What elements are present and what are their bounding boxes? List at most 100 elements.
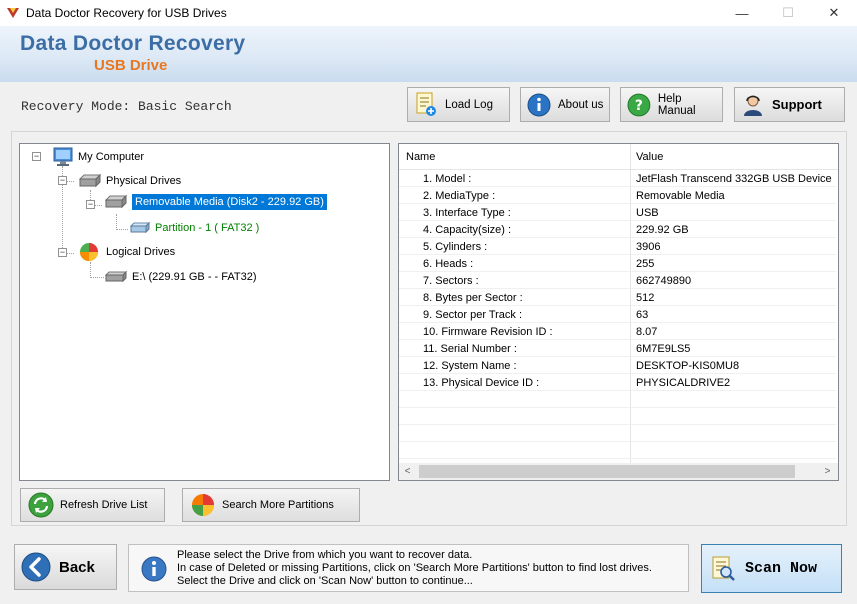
- help-manual-label: Help Manual: [657, 92, 696, 117]
- about-us-button[interactable]: About us: [520, 87, 610, 122]
- property-name: 13. Physical Device ID :: [423, 377, 540, 389]
- instructions-box: Please select the Drive from which you w…: [128, 544, 689, 592]
- property-value: 662749890: [636, 275, 692, 287]
- banner-title: Data Doctor Recovery: [20, 32, 246, 55]
- table-row-empty: [399, 391, 836, 408]
- table-row[interactable]: 2. MediaType : Removable Media: [399, 187, 836, 204]
- property-name: 6. Heads :: [423, 258, 474, 270]
- scan-document-icon: [712, 556, 735, 581]
- help-icon: ?: [627, 93, 651, 116]
- refresh-icon: [28, 492, 54, 518]
- instruction-line-1: Please select the Drive from which you w…: [177, 549, 473, 561]
- expander-logical-drives[interactable]: −: [58, 248, 67, 257]
- column-header-name[interactable]: Name: [406, 151, 435, 163]
- info-icon: [141, 556, 167, 582]
- computer-icon: [53, 147, 73, 166]
- toolbar: Recovery Mode: Basic Search Load Log Abo…: [0, 82, 857, 128]
- tree-node-partition[interactable]: Partition - 1 ( FAT32 ): [130, 220, 262, 236]
- table-row[interactable]: 4. Capacity(size) : 229.92 GB: [399, 221, 836, 238]
- partition-icon: [130, 221, 150, 234]
- removable-drive-icon: [104, 194, 128, 209]
- drive-properties-list[interactable]: Name Value 1. Model : JetFlash Transcend …: [398, 143, 839, 481]
- pie-chart-icon: [192, 494, 214, 516]
- scrollbar-thumb[interactable]: [419, 465, 795, 478]
- info-icon: [527, 93, 551, 116]
- window-title: Data Doctor Recovery for USB Drives: [26, 6, 227, 20]
- svg-text:?: ?: [635, 97, 643, 113]
- property-value: DESKTOP-KIS0MU8: [636, 360, 740, 372]
- property-value: 3906: [636, 241, 661, 253]
- back-button[interactable]: Back: [14, 544, 117, 590]
- scroll-right-arrow[interactable]: >: [819, 463, 836, 480]
- load-log-icon: [416, 92, 436, 116]
- table-row[interactable]: 3. Interface Type : USB: [399, 204, 836, 221]
- table-row-empty: [399, 442, 836, 459]
- maximize-button[interactable]: ☐: [765, 0, 811, 26]
- property-value: 512: [636, 292, 655, 304]
- column-header-value[interactable]: Value: [636, 151, 663, 163]
- scroll-left-arrow[interactable]: <: [399, 463, 416, 480]
- tree-node-my-computer[interactable]: My Computer: [52, 147, 144, 167]
- property-value: 255: [636, 258, 655, 270]
- table-row[interactable]: 6. Heads : 255: [399, 255, 836, 272]
- refresh-drive-list-button[interactable]: Refresh Drive List: [20, 488, 165, 522]
- table-row[interactable]: 8. Bytes per Sector : 512: [399, 289, 836, 306]
- scan-now-button[interactable]: Scan Now: [701, 544, 842, 593]
- property-value: 63: [636, 309, 649, 321]
- property-name: 9. Sector per Track :: [423, 309, 523, 321]
- about-us-label: About us: [558, 98, 604, 111]
- property-name: 4. Capacity(size) :: [423, 224, 512, 236]
- expander-my-computer[interactable]: −: [32, 152, 41, 161]
- property-name: 10. Firmware Revision ID :: [423, 326, 553, 338]
- app-icon: [7, 8, 19, 18]
- tree-label-removable-media: Removable Media (Disk2 - 229.92 GB): [132, 194, 327, 210]
- table-row[interactable]: 11. Serial Number : 6M7E9LS5: [399, 340, 836, 357]
- support-button[interactable]: Support: [734, 87, 845, 122]
- property-value: 229.92 GB: [636, 224, 689, 236]
- tree-node-logical-e[interactable]: E:\ (229.91 GB - - FAT32): [104, 270, 257, 284]
- horizontal-scrollbar[interactable]: < >: [399, 463, 838, 480]
- header-banner: Data Doctor Recovery USB Drive: [0, 26, 857, 82]
- table-row[interactable]: 9. Sector per Track : 63: [399, 306, 836, 323]
- table-row[interactable]: 10. Firmware Revision ID : 8.07: [399, 323, 836, 340]
- help-manual-button[interactable]: ? Help Manual: [620, 87, 723, 122]
- table-row[interactable]: 5. Cylinders : 3906: [399, 238, 836, 255]
- property-value: JetFlash Transcend 332GB USB Device: [636, 173, 832, 185]
- property-name: 5. Cylinders :: [423, 241, 488, 253]
- property-name: 3. Interface Type :: [423, 207, 511, 219]
- property-value: PHYSICALDRIVE2: [636, 377, 731, 389]
- table-row[interactable]: 7. Sectors : 662749890: [399, 272, 836, 289]
- search-more-partitions-button[interactable]: Search More Partitions: [182, 488, 360, 522]
- search-more-partitions-label: Search More Partitions: [222, 499, 334, 511]
- back-arrow-icon: [21, 552, 51, 582]
- tree-node-removable-media[interactable]: Removable Media (Disk2 - 229.92 GB): [104, 194, 327, 210]
- minimize-button[interactable]: —: [719, 0, 765, 26]
- tree-label-partition: Partition - 1 ( FAT32 ): [155, 222, 260, 234]
- title-bar: Data Doctor Recovery for USB Drives — ☐ …: [0, 0, 857, 26]
- expander-physical-drives[interactable]: −: [58, 176, 67, 185]
- property-name: 11. Serial Number :: [423, 343, 517, 355]
- tree-node-logical-drives[interactable]: Logical Drives: [76, 241, 175, 263]
- property-value: 8.07: [636, 326, 658, 338]
- property-name: 2. MediaType :: [423, 190, 496, 202]
- expander-removable-media[interactable]: −: [86, 200, 95, 209]
- load-log-button[interactable]: Load Log: [407, 87, 510, 122]
- table-row[interactable]: 13. Physical Device ID : PHYSICALDRIVE2: [399, 374, 836, 391]
- tree-label-physical-drives: Physical Drives: [106, 175, 182, 187]
- table-row[interactable]: 1. Model : JetFlash Transcend 332GB USB D…: [399, 170, 836, 187]
- close-button[interactable]: ✕: [811, 0, 857, 26]
- tree-node-physical-drives[interactable]: Physical Drives: [78, 173, 181, 189]
- table-row[interactable]: 12. System Name : DESKTOP-KIS0MU8: [399, 357, 836, 374]
- load-log-label: Load Log: [445, 98, 493, 111]
- banner-subtitle: USB Drive: [94, 57, 168, 74]
- property-value: USB: [636, 207, 659, 219]
- back-label: Back: [59, 558, 95, 576]
- property-name: 1. Model :: [423, 173, 472, 185]
- tree-label-logical-e: E:\ (229.91 GB - - FAT32): [132, 271, 257, 283]
- refresh-drive-list-label: Refresh Drive List: [60, 499, 148, 511]
- support-label: Support: [772, 97, 822, 112]
- property-name: 12. System Name :: [423, 360, 517, 372]
- drive-tree[interactable]: − My Computer − Physical Drives − Remova…: [19, 143, 390, 481]
- recovery-mode-label: Recovery Mode: Basic Search: [21, 99, 232, 114]
- pie-chart-icon: [80, 243, 98, 261]
